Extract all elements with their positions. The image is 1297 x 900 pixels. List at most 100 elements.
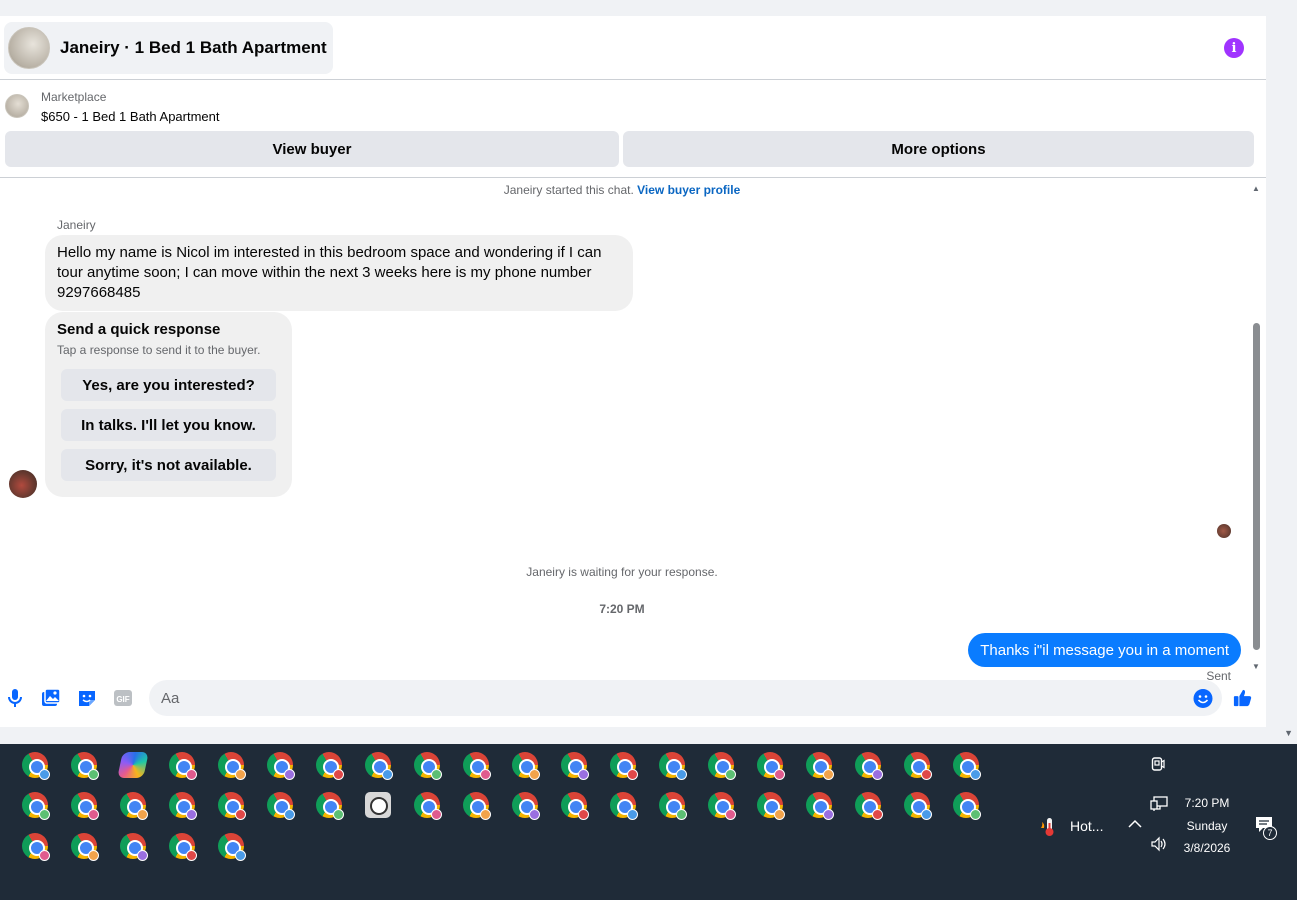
clock-day: Sunday (1186, 819, 1228, 833)
chrome-profile-icon[interactable] (267, 792, 295, 820)
chrome-profile-icon[interactable] (610, 792, 638, 820)
weather-thermometer-icon[interactable] (1038, 816, 1062, 838)
chrome-profile-icon[interactable] (659, 792, 687, 820)
chrome-profile-icon[interactable] (512, 792, 540, 820)
chrome-profile-icon[interactable] (365, 752, 393, 780)
profile-badge-icon (480, 809, 491, 820)
profile-badge-icon (284, 809, 295, 820)
chrome-profile-icon[interactable] (22, 792, 50, 820)
more-options-button[interactable]: More options (623, 131, 1254, 167)
chrome-profile-icon[interactable] (806, 752, 834, 780)
chrome-profile-icon[interactable] (169, 833, 197, 861)
chrome-profile-icon[interactable] (120, 833, 148, 861)
chat-header: Janeiry · 1 Bed 1 Bath Apartment i (0, 16, 1266, 80)
chat-started-text: Janeiry started this chat. (503, 183, 634, 197)
chrome-profile-icon[interactable] (855, 792, 883, 820)
listing-thumbnail (5, 94, 29, 118)
message-list: Janeiry started this chat. View buyer pr… (0, 178, 1266, 683)
clock-time: 7:20 PM (1184, 796, 1230, 810)
chrome-profile-icon[interactable] (169, 752, 197, 780)
thumbs-up-icon[interactable] (1233, 688, 1253, 708)
view-buyer-profile-link[interactable]: View buyer profile (637, 183, 740, 197)
chrome-profile-icon[interactable] (708, 792, 736, 820)
chrome-profile-icon[interactable] (218, 792, 246, 820)
view-buyer-button[interactable]: View buyer (5, 131, 619, 167)
seen-receipt-avatar (1217, 524, 1231, 538)
chrome-profile-icon[interactable] (71, 752, 99, 780)
profile-badge-icon (872, 809, 883, 820)
profile-badge-icon (480, 769, 491, 780)
chrome-profile-icon[interactable] (22, 752, 50, 780)
emoji-icon[interactable] (1193, 688, 1213, 708)
profile-badge-icon (970, 769, 981, 780)
chrome-profile-icon[interactable] (512, 752, 540, 780)
quick-response-subtitle: Tap a response to send it to the buyer. (57, 343, 261, 357)
microphone-icon[interactable] (5, 688, 25, 708)
scrollbar-thumb[interactable] (1253, 323, 1260, 650)
profile-badge-icon (578, 809, 589, 820)
chrome-profile-icon[interactable] (267, 752, 295, 780)
chrome-profile-icon[interactable] (71, 833, 99, 861)
profile-badge-icon (186, 769, 197, 780)
sticker-icon[interactable] (77, 688, 97, 708)
chrome-profile-icon[interactable] (610, 752, 638, 780)
chrome-profile-icon[interactable] (169, 792, 197, 820)
chrome-profile-icon[interactable] (953, 752, 981, 780)
quick-response-in-talks-button[interactable]: In talks. I'll let you know. (61, 409, 276, 441)
chrome-profile-icon[interactable] (561, 792, 589, 820)
chrome-profile-icon[interactable] (316, 792, 344, 820)
chrome-profile-icon[interactable] (659, 752, 687, 780)
listing-summary[interactable]: Marketplace $650 - 1 Bed 1 Bath Apartmen… (0, 88, 1266, 128)
quick-response-yes-button[interactable]: Yes, are you interested? (61, 369, 276, 401)
chrome-profile-icon[interactable] (904, 792, 932, 820)
waiting-notice: Janeiry is waiting for your response. (526, 565, 718, 579)
chrome-profile-icon[interactable] (904, 752, 932, 780)
chrome-profile-icon[interactable] (71, 792, 99, 820)
chrome-profile-icon[interactable] (855, 752, 883, 780)
chat-title-chip[interactable]: Janeiry · 1 Bed 1 Bath Apartment (4, 22, 333, 74)
profile-badge-icon (823, 769, 834, 780)
notification-center-icon[interactable]: 7 (1255, 816, 1279, 840)
chrome-profile-icon[interactable] (708, 752, 736, 780)
chrome-profile-icon[interactable] (757, 792, 785, 820)
meet-now-icon[interactable] (1151, 757, 1167, 773)
profile-badge-icon (970, 809, 981, 820)
volume-icon[interactable] (1150, 836, 1168, 852)
chrome-profile-icon[interactable] (757, 752, 785, 780)
clock-app-icon[interactable] (365, 792, 391, 818)
network-icon[interactable] (1150, 796, 1168, 812)
copilot-icon[interactable] (117, 752, 149, 778)
weather-text[interactable]: Hot... (1070, 818, 1103, 834)
chrome-profile-icon[interactable] (218, 752, 246, 780)
chrome-profile-icon[interactable] (463, 752, 491, 780)
message-scrollbar[interactable]: ▲ ▼ (1250, 184, 1262, 672)
chrome-profile-icon[interactable] (414, 792, 442, 820)
taskbar-clock[interactable]: 7:20 PM Sunday 3/8/2026 (1177, 796, 1237, 855)
chat-started-notice: Janeiry started this chat. View buyer pr… (0, 183, 1244, 197)
scroll-up-arrow-icon[interactable]: ▲ (1252, 184, 1260, 193)
chrome-profile-icon[interactable] (316, 752, 344, 780)
profile-badge-icon (39, 809, 50, 820)
show-hidden-icons-chevron-icon[interactable] (1128, 816, 1142, 832)
chrome-profile-icon[interactable] (120, 792, 148, 820)
profile-badge-icon (823, 809, 834, 820)
chrome-profile-icon[interactable] (561, 752, 589, 780)
chrome-profile-icon[interactable] (218, 833, 246, 861)
info-icon[interactable]: i (1224, 38, 1244, 58)
quick-response-not-available-button[interactable]: Sorry, it's not available. (61, 449, 276, 481)
chrome-profile-icon[interactable] (463, 792, 491, 820)
profile-badge-icon (137, 809, 148, 820)
buyer-avatar[interactable] (9, 470, 37, 498)
message-input[interactable] (149, 680, 1222, 716)
chrome-profile-icon[interactable] (414, 752, 442, 780)
chrome-profile-icon[interactable] (22, 833, 50, 861)
profile-badge-icon (284, 769, 295, 780)
chrome-profile-icon[interactable] (806, 792, 834, 820)
page-scroll-down-icon[interactable]: ▼ (1284, 728, 1293, 738)
scroll-down-arrow-icon[interactable]: ▼ (1252, 662, 1260, 671)
photo-icon[interactable] (41, 688, 61, 708)
outgoing-message-bubble: Thanks i"il message you in a moment (968, 633, 1241, 667)
gif-icon[interactable]: GIF (113, 688, 133, 708)
listing-source-label: Marketplace (41, 90, 107, 104)
chrome-profile-icon[interactable] (953, 792, 981, 820)
